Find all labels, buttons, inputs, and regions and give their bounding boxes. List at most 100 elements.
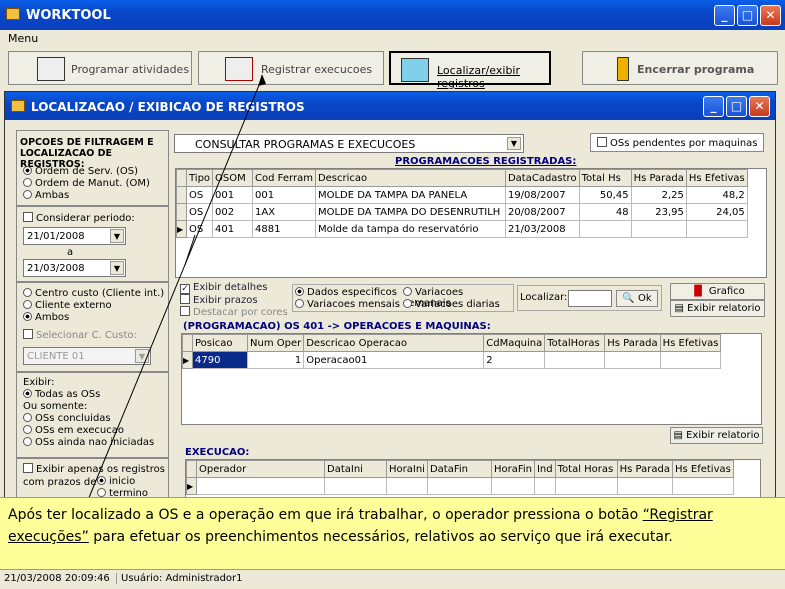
exit-program-button[interactable]: Encerrar programa	[582, 51, 778, 85]
radio-not-started[interactable]: OSs ainda nao iniciadas	[23, 437, 154, 448]
column-header[interactable]: Descricao Operacao	[303, 334, 485, 352]
status-user: Usuário: Administrador1	[116, 573, 243, 584]
window-maximize-button[interactable]: □	[726, 96, 747, 117]
cost-section: Centro custo (Cliente int.) Cliente exte…	[16, 282, 169, 372]
table-cell	[630, 220, 687, 238]
column-header[interactable]: Total Hs	[578, 169, 632, 187]
search-group: Localizar: 🔍 Ok	[517, 285, 662, 311]
column-header[interactable]: Num Oper	[246, 334, 305, 352]
status-bar: 21/03/2008 20:09:46 Usuário: Administrad…	[0, 569, 785, 589]
radio-os[interactable]: Ordem de Serv. (OS)	[23, 166, 138, 177]
radio-cost-center[interactable]: Centro custo (Cliente int.)	[23, 288, 164, 299]
radio-specific[interactable]: Dados especificos	[295, 287, 397, 298]
minimize-button[interactable]: _	[714, 5, 735, 26]
toolbar: Programar atividades Registrar execucoes…	[0, 48, 785, 90]
column-header[interactable]: Cod Ferram	[252, 169, 316, 187]
radio-external-client[interactable]: Cliente externo	[23, 300, 112, 311]
date-to-select[interactable]: 21/03/2008 ▼	[23, 259, 126, 277]
period-section: Considerar periodo: 21/01/2008 ▼ a 21/03/…	[16, 206, 169, 282]
deadline-checkbox[interactable]: Exibir apenas os registros com prazos de	[23, 463, 169, 489]
radio-in-progress[interactable]: OSs em execucao	[23, 425, 124, 436]
window-minimize-button[interactable]: _	[703, 96, 724, 117]
program-activities-button[interactable]: Programar atividades	[8, 51, 192, 85]
column-header[interactable]: Operador	[196, 460, 325, 478]
menu-item[interactable]: Menu	[8, 32, 38, 45]
radio-start[interactable]: inicio	[97, 476, 135, 487]
operations-report-button[interactable]: ▤ Exibir relatorio	[670, 427, 763, 444]
column-header[interactable]: Hs Parada	[630, 169, 687, 187]
table-cell: 002	[212, 203, 254, 221]
maximize-button[interactable]: □	[737, 5, 758, 26]
radio-om[interactable]: Ordem de Manut. (OM)	[23, 178, 150, 189]
table-row[interactable]: ▶ 4790 1 Operacao01 2	[182, 351, 722, 369]
table-cell: Operacao01	[303, 351, 485, 369]
search-records-icon	[401, 58, 429, 82]
column-header[interactable]: DataCadastro	[504, 169, 580, 187]
show-details-checkbox[interactable]: ✓ Exibir detalhes	[180, 282, 288, 294]
table-cell: 001	[252, 186, 316, 204]
show-deadlines-checkbox[interactable]: Exibir prazos	[180, 294, 288, 306]
table-cell: 2,25	[630, 186, 687, 204]
close-button[interactable]: ✕	[760, 5, 781, 26]
table-cell: OS	[185, 220, 214, 238]
chart-button[interactable]: ▐▌ Grafico	[670, 283, 765, 300]
data-mode-group: Dados especificos Variacoes semanais Var…	[292, 284, 514, 312]
programs-header: PROGRAMACOES REGISTRADAS:	[395, 156, 577, 167]
column-header[interactable]: Posicao	[192, 334, 248, 352]
table-cell	[685, 220, 748, 238]
only-label: Ou somente:	[23, 401, 88, 412]
highlight-colors-checkbox[interactable]: Destacar por cores	[180, 306, 288, 318]
radio-both[interactable]: Ambas	[23, 190, 69, 201]
operations-grid: Posicao Num Oper Descricao Operacao CdMaqui…	[181, 333, 762, 425]
column-header[interactable]: Hs Efetivas	[685, 169, 748, 187]
search-icon: 🔍	[622, 293, 635, 304]
query-select[interactable]: CONSULTAR PROGRAMAS E EXECUCOES ▼	[174, 134, 524, 153]
column-header[interactable]: Hs Parada	[616, 460, 673, 478]
select-cost-checkbox[interactable]: Selecionar C. Custo:	[23, 329, 137, 341]
column-header[interactable]: HoraFin	[490, 460, 535, 478]
column-header[interactable]: Tipo	[185, 169, 214, 187]
radio-cost-both[interactable]: Ambos	[23, 312, 69, 323]
window-close-button[interactable]: ✕	[749, 96, 770, 117]
column-header[interactable]: Descricao	[314, 169, 506, 187]
radio-monthly[interactable]: Variacoes mensais	[295, 299, 400, 310]
radio-all-os[interactable]: Todas as OSs	[23, 389, 100, 400]
column-header[interactable]: DataFin	[426, 460, 492, 478]
column-header[interactable]: TotalHoras	[544, 334, 606, 352]
column-header[interactable]: Ind	[533, 460, 556, 478]
table-row[interactable]: OS 001 001 MOLDE DA TAMPA DA PANELA 19/08/20…	[176, 186, 748, 204]
column-header[interactable]: Hs Efetivas	[671, 460, 734, 478]
table-row[interactable]: OS 002 1AX MOLDE DA TAMPA DO DESENRUTILH 20/…	[176, 203, 748, 221]
column-header[interactable]: HoraIni	[386, 460, 428, 478]
date-separator: a	[67, 247, 74, 258]
column-header[interactable]: OSOM	[212, 169, 254, 187]
printer-icon: ▤	[674, 303, 684, 314]
table-cell: 1	[246, 351, 305, 369]
column-header[interactable]: Hs Efetivas	[659, 334, 722, 352]
programs-grid: Tipo OSOM Cod Ferram Descricao DataCadastro T…	[175, 168, 767, 278]
column-header[interactable]: Hs Parada	[604, 334, 661, 352]
table-row[interactable]: ▶ OS 401 4881 Molde da tampa do reservatório…	[176, 220, 748, 238]
pending-checkbox[interactable]: OSs pendentes por maquinas	[590, 133, 764, 152]
column-header[interactable]: Total Horas	[554, 460, 618, 478]
table-cell: 50,45	[578, 186, 632, 204]
table-cell	[659, 351, 722, 369]
find-records-button[interactable]: Localizar/exibir registros	[389, 51, 551, 90]
column-header[interactable]: CdMaquina	[483, 334, 546, 352]
radio-daily[interactable]: Variacoes diarias	[403, 299, 500, 310]
register-executions-button[interactable]: Registrar execucoes	[198, 51, 384, 85]
search-label: Localizar:	[520, 292, 568, 303]
date-from-select[interactable]: 21/01/2008 ▼	[23, 227, 126, 245]
radio-completed[interactable]: OSs concluidas	[23, 413, 111, 424]
period-checkbox[interactable]: Considerar periodo:	[23, 212, 135, 224]
table-cell: OS	[185, 186, 214, 204]
cost-center-select[interactable]: CLIENTE 01 ▼	[23, 347, 151, 365]
table-cell: 48	[578, 203, 632, 221]
filter-panel: OPCOES DE FILTRAGEM E LOCALIZACAO DE REG…	[16, 130, 169, 500]
ok-button[interactable]: 🔍 Ok	[616, 290, 658, 307]
report-button[interactable]: ▤ Exibir relatorio	[670, 300, 765, 317]
column-header[interactable]: DataIni	[324, 460, 387, 478]
search-input[interactable]	[568, 290, 612, 307]
checklist-icon	[225, 57, 253, 81]
exit-door-icon	[617, 57, 629, 81]
